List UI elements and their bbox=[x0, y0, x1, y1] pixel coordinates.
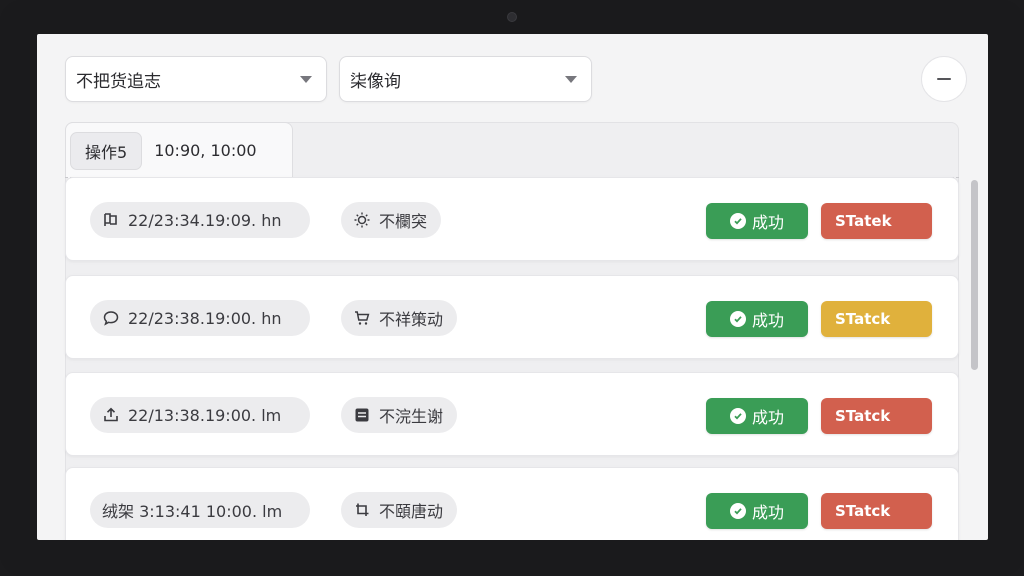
status-button-label: STatck bbox=[835, 310, 891, 328]
success-badge: 成功 bbox=[706, 398, 808, 434]
check-circle-icon bbox=[729, 311, 746, 327]
filter-select-left-value: 不把货追志 bbox=[76, 71, 161, 92]
kind-chip: 不欄突 bbox=[341, 202, 442, 238]
tab-label: 操作5 bbox=[85, 142, 128, 162]
tab-bar: 操作5 10:90, 10:00 bbox=[65, 122, 293, 178]
chevron-down-icon bbox=[300, 75, 312, 83]
status-button[interactable]: STatck bbox=[821, 301, 932, 337]
kind-text: 不欄突 bbox=[379, 212, 428, 231]
filter-select-left[interactable]: 不把货追志 bbox=[65, 56, 327, 102]
cart-icon bbox=[355, 311, 370, 325]
tab-time[interactable]: 10:90, 10:00 bbox=[154, 141, 256, 160]
status-button[interactable]: STatck bbox=[821, 493, 932, 529]
collapse-button[interactable] bbox=[921, 56, 967, 102]
list-item[interactable]: 22/23:38.19:00. hn 不祥策动 成功 STatck bbox=[65, 275, 959, 359]
status-button[interactable]: STatck bbox=[821, 398, 932, 434]
tablet-frame: 不把货追志 柒像询 操作5 10:90, 10:00 22/23:34.19:0… bbox=[0, 0, 1024, 576]
timestamp-text: 22/23:38.19:00. hn bbox=[128, 308, 282, 328]
timestamp-chip: 22/23:34.19:09. hn bbox=[90, 202, 310, 238]
kind-text: 不祥策动 bbox=[379, 310, 444, 329]
success-badge-label: 成功 bbox=[751, 311, 784, 330]
filter-select-right-value: 柒像询 bbox=[350, 71, 401, 92]
kind-text: 不頤唐动 bbox=[379, 502, 444, 521]
flag-icon bbox=[104, 213, 117, 226]
check-circle-icon bbox=[729, 213, 746, 229]
timestamp-text: 绒架 3:13:41 10:00. lm bbox=[102, 502, 283, 521]
list-item[interactable]: 22/23:34.19:09. hn 不欄突 成功 STatek bbox=[65, 177, 959, 261]
chevron-down-icon bbox=[565, 75, 577, 83]
kind-chip: 不浣生谢 bbox=[341, 397, 458, 433]
success-badge-label: 成功 bbox=[751, 408, 784, 427]
kind-chip: 不祥策动 bbox=[341, 300, 458, 336]
success-badge-label: 成功 bbox=[751, 213, 784, 232]
timestamp-text: 22/23:34.19:09. hn bbox=[128, 210, 282, 230]
app-screen: 不把货追志 柒像询 操作5 10:90, 10:00 22/23:34.19:0… bbox=[37, 34, 988, 540]
chat-bubble-icon bbox=[103, 311, 119, 326]
timestamp-chip: 22/13:38.19:00. lm bbox=[90, 397, 310, 433]
status-button[interactable]: STatek bbox=[821, 203, 932, 239]
list-item[interactable]: 22/13:38.19:00. lm 不浣生谢 成功 STatck bbox=[65, 372, 959, 456]
kind-text: 不浣生谢 bbox=[379, 407, 444, 426]
kind-chip: 不頤唐动 bbox=[341, 492, 458, 528]
success-badge: 成功 bbox=[706, 493, 808, 529]
check-circle-icon bbox=[729, 503, 746, 519]
success-badge: 成功 bbox=[706, 203, 808, 239]
status-button-label: STatck bbox=[835, 407, 891, 425]
timestamp-chip: 22/23:38.19:00. hn bbox=[90, 300, 310, 336]
sun-icon bbox=[354, 212, 370, 228]
timestamp-text: 22/13:38.19:00. lm bbox=[128, 405, 282, 425]
camera bbox=[507, 12, 517, 22]
upload-icon bbox=[104, 407, 118, 422]
status-button-label: STatck bbox=[835, 502, 891, 520]
check-circle-icon bbox=[729, 408, 746, 424]
list-icon bbox=[355, 408, 369, 422]
crop-icon bbox=[356, 503, 369, 516]
success-badge-label: 成功 bbox=[751, 503, 784, 522]
minus-icon bbox=[937, 78, 951, 80]
filter-select-right[interactable]: 柒像询 bbox=[339, 56, 592, 102]
tab-operations[interactable]: 操作5 bbox=[70, 131, 143, 170]
scrollbar-thumb[interactable] bbox=[971, 180, 978, 370]
timestamp-chip: 绒架 3:13:41 10:00. lm bbox=[90, 492, 310, 528]
success-badge: 成功 bbox=[706, 301, 808, 337]
status-button-label: STatek bbox=[835, 212, 892, 230]
list-item[interactable]: 绒架 3:13:41 10:00. lm 不頤唐动 成功 STatck bbox=[65, 467, 959, 540]
